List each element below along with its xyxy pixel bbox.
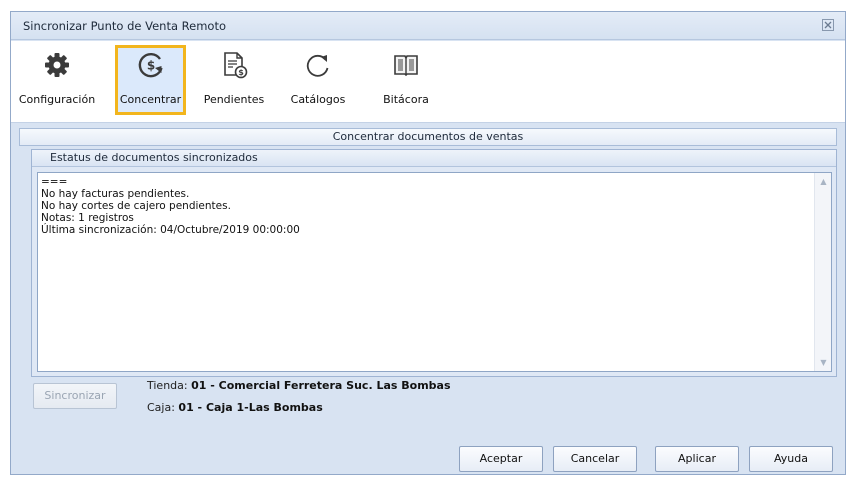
register-value: 01 - Caja 1-Las Bombas — [178, 401, 323, 414]
tool-label: Catálogos — [290, 93, 346, 106]
refresh-icon — [306, 54, 329, 77]
store-label: Tienda: — [147, 379, 192, 392]
accept-button[interactable]: Aceptar — [459, 446, 543, 472]
scroll-up-icon[interactable]: ▲ — [819, 177, 828, 186]
cancel-button[interactable]: Cancelar — [553, 446, 637, 472]
tool-label: Concentrar — [119, 93, 182, 106]
tool-configuracion[interactable]: Configuración — [15, 45, 99, 115]
window-title: Sincronizar Punto de Venta Remoto — [23, 19, 226, 33]
status-group: Estatus de documentos sincronizados === … — [31, 149, 837, 377]
vertical-scrollbar[interactable]: ▲ ▼ — [814, 173, 831, 371]
register-label: Caja: — [147, 401, 179, 414]
sync-button-label: Sincronizar — [44, 389, 106, 402]
status-line: Notas: 1 registros — [41, 212, 134, 224]
close-icon[interactable] — [821, 18, 835, 32]
tool-catalogos[interactable]: Catálogos — [283, 45, 353, 115]
money-sync-icon: $ — [138, 52, 163, 78]
tool-label: Bitácora — [383, 93, 429, 106]
status-log-textarea[interactable]: === No hay facturas pendientes. No hay c… — [37, 172, 832, 372]
scroll-down-icon[interactable]: ▼ — [819, 358, 828, 367]
gear-icon — [45, 53, 69, 77]
section-header: Concentrar documentos de ventas — [19, 128, 837, 146]
tool-label: Pendientes — [203, 93, 265, 106]
svg-text:$: $ — [238, 68, 244, 77]
toolbar: Configuración $ Concentrar $ Pendientes — [11, 41, 845, 123]
tool-bitacora[interactable]: Bitácora — [371, 45, 441, 115]
store-value: 01 - Comercial Ferretera Suc. Las Bombas — [191, 379, 451, 392]
status-line: === — [41, 176, 68, 188]
tool-concentrar[interactable]: $ Concentrar — [115, 45, 186, 115]
register-info: Caja: 01 - Caja 1-Las Bombas — [147, 401, 323, 414]
apply-button[interactable]: Aplicar — [655, 446, 739, 472]
book-icon — [394, 55, 418, 77]
store-info: Tienda: 01 - Comercial Ferretera Suc. La… — [147, 379, 451, 392]
tool-label: Configuración — [18, 93, 96, 106]
tool-pendientes[interactable]: $ Pendientes — [199, 45, 269, 115]
status-log-lines: === No hay facturas pendientes. No hay c… — [41, 176, 811, 236]
status-line: No hay cortes de cajero pendientes. — [41, 200, 231, 212]
status-line: No hay facturas pendientes. — [41, 188, 190, 200]
group-title: Estatus de documentos sincronizados — [32, 150, 836, 167]
invoice-pending-icon: $ — [224, 52, 248, 79]
svg-text:$: $ — [146, 59, 154, 73]
sync-button[interactable]: Sincronizar — [33, 383, 117, 409]
sync-dialog: Sincronizar Punto de Venta Remoto Config… — [10, 11, 846, 475]
help-button[interactable]: Ayuda — [749, 446, 833, 472]
title-bar: Sincronizar Punto de Venta Remoto — [11, 12, 845, 40]
status-line: Última sincronización: 04/Octubre/2019 0… — [41, 224, 300, 236]
